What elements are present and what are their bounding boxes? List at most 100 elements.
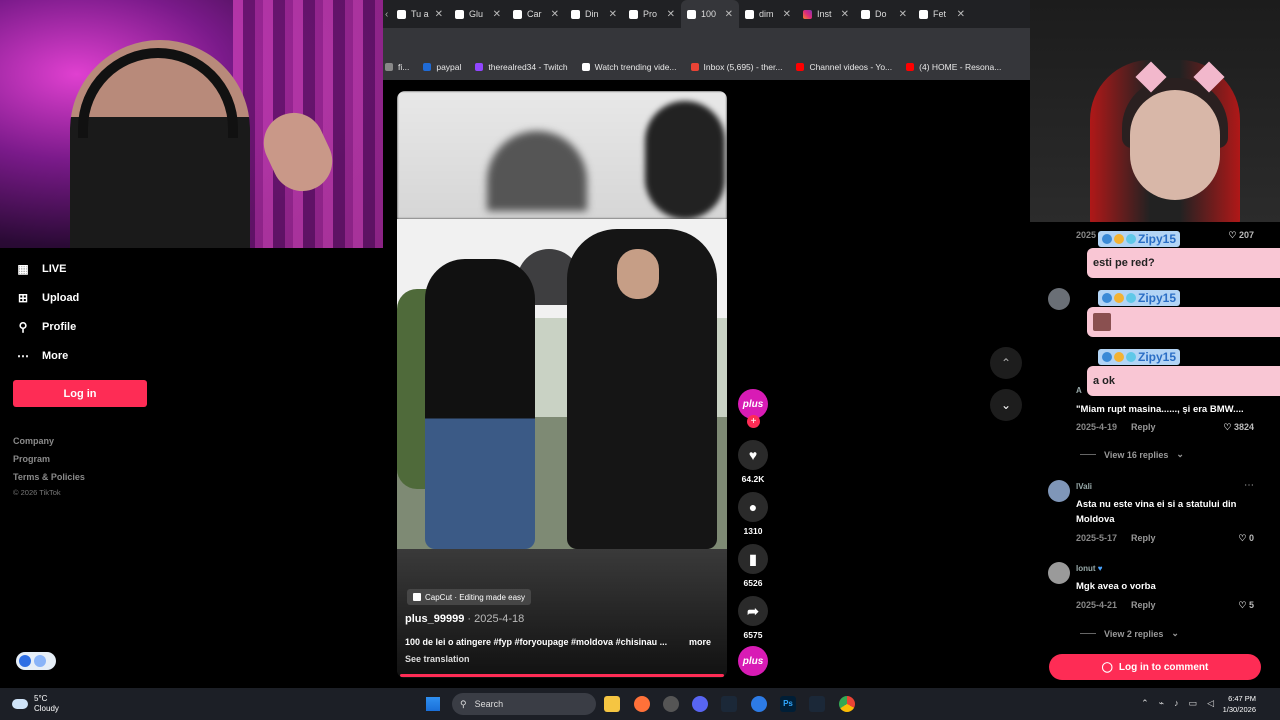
streamer-face bbox=[1130, 90, 1220, 200]
browser-tab[interactable]: Do ✕ bbox=[855, 0, 913, 28]
chrome-icon[interactable] bbox=[839, 696, 855, 712]
tiktok-icon bbox=[745, 9, 754, 19]
view-replies-button[interactable]: View 16 replies ⌄ bbox=[1080, 449, 1184, 460]
browser-tab[interactable]: Glu ✕ bbox=[449, 0, 507, 28]
caption-more-button[interactable]: more bbox=[689, 637, 711, 647]
reply-button[interactable]: Reply bbox=[1131, 600, 1156, 610]
firefox-icon[interactable] bbox=[634, 696, 650, 712]
taskbar-search[interactable]: ⚲ Search bbox=[452, 693, 596, 715]
comment-button[interactable]: ● 1310 bbox=[738, 492, 768, 536]
login-button[interactable]: Log in bbox=[13, 380, 147, 407]
next-video-button[interactable]: ⌄ bbox=[990, 389, 1022, 421]
close-icon[interactable]: ✕ bbox=[435, 9, 443, 20]
microphone-icon[interactable]: ♪ bbox=[1174, 698, 1179, 709]
see-translation-link[interactable]: See translation bbox=[405, 654, 470, 664]
bookmark[interactable]: fi... bbox=[385, 62, 409, 72]
browser-tab[interactable]: dim ✕ bbox=[739, 0, 797, 28]
commenter-name[interactable]: A bbox=[1076, 386, 1082, 395]
bookmark-paypal[interactable]: paypal bbox=[423, 62, 461, 72]
app-toggle-pill[interactable] bbox=[16, 652, 56, 670]
close-icon[interactable]: ✕ bbox=[841, 9, 849, 20]
weather-widget[interactable]: 5°C Cloudy bbox=[12, 694, 59, 714]
capcut-badge[interactable]: CapCut · Editing made easy bbox=[407, 589, 532, 605]
badge-icon bbox=[1102, 293, 1112, 303]
bookmark-youtube-home[interactable]: (4) HOME - Resona... bbox=[906, 62, 1001, 72]
windows-start-icon[interactable] bbox=[426, 697, 440, 711]
windows-taskbar: 5°C Cloudy ⚲ Search Ps ⌃ ⌁ ♪ ▭ ◁ 6:47 PM 1/… bbox=[0, 688, 1280, 720]
login-to-comment-button[interactable]: ◯ Log in to comment bbox=[1049, 654, 1261, 680]
music-disc[interactable]: plus bbox=[738, 646, 768, 676]
share-button[interactable]: ➦ 6575 bbox=[738, 596, 768, 640]
clock[interactable]: 6:47 PM 1/30/2026 bbox=[1223, 693, 1256, 715]
like-button[interactable]: ♥ 64.2K bbox=[738, 440, 768, 484]
browser-tab[interactable]: Din ✕ bbox=[565, 0, 623, 28]
more-options-icon[interactable]: ⋯ bbox=[1244, 480, 1254, 491]
steam-icon[interactable] bbox=[721, 696, 737, 712]
avatar[interactable] bbox=[1048, 288, 1070, 310]
chevron-up-icon[interactable]: ⌃ bbox=[1141, 698, 1149, 709]
bookmark-youtube[interactable]: Channel videos - Yo... bbox=[796, 62, 892, 72]
network-icon[interactable]: ⌁ bbox=[1159, 698, 1164, 709]
comment-like[interactable]: ♡ 3824 bbox=[1223, 422, 1254, 433]
view-replies-button[interactable]: View 2 replies ⌄ bbox=[1080, 628, 1179, 639]
browser-tab[interactable]: Fet ✕ bbox=[913, 0, 971, 28]
close-icon[interactable]: ✕ bbox=[609, 9, 617, 20]
commenter-name[interactable]: Ionut ♥ bbox=[1076, 564, 1103, 573]
sidebar-item-upload[interactable]: ⊞ Upload bbox=[16, 291, 79, 305]
sidebar-item-more[interactable]: ⋯ More bbox=[16, 349, 68, 363]
avatar[interactable] bbox=[1048, 562, 1070, 584]
browser-tab-active[interactable]: 100 ✕ bbox=[681, 0, 739, 28]
comment-like[interactable]: ♡ 5 bbox=[1238, 600, 1254, 611]
obs-icon[interactable] bbox=[663, 696, 679, 712]
sidebar-item-profile[interactable]: ⚲ Profile bbox=[16, 320, 77, 334]
close-icon[interactable]: ✕ bbox=[493, 9, 501, 20]
browser-address-bar[interactable] bbox=[383, 28, 1030, 54]
tiktok-icon bbox=[919, 9, 928, 19]
close-icon[interactable]: ✕ bbox=[899, 9, 907, 20]
post-date: · 2025-4-18 bbox=[464, 613, 525, 625]
steam-icon[interactable] bbox=[809, 696, 825, 712]
follow-button[interactable]: + bbox=[747, 415, 760, 428]
browser-tab[interactable]: Tu a ✕ bbox=[391, 0, 449, 28]
battlenet-icon[interactable] bbox=[751, 696, 767, 712]
browser-tab-strip: ‹ Tu a ✕ Glu ✕ Car ✕ Din ✕ Pro ✕ 100 ✕ dim ✕ In… bbox=[383, 0, 1030, 28]
comment-like[interactable]: ♡ 0 bbox=[1238, 533, 1254, 544]
browser-tab[interactable]: Inst ✕ bbox=[797, 0, 855, 28]
close-icon[interactable]: ✕ bbox=[551, 9, 559, 20]
video-author[interactable]: plus_99999 · 2025-4-18 bbox=[405, 613, 524, 625]
gmail-icon bbox=[690, 63, 699, 71]
close-icon[interactable]: ✕ bbox=[957, 9, 965, 20]
footer-link-company[interactable]: Company bbox=[13, 436, 54, 446]
reply-button[interactable]: Reply bbox=[1131, 533, 1156, 543]
commenter-name[interactable]: lVali bbox=[1076, 482, 1092, 491]
discord-icon[interactable] bbox=[692, 696, 708, 712]
bookmark-twitch[interactable]: therealred34 - Twitch bbox=[475, 62, 568, 72]
avatar[interactable] bbox=[1048, 480, 1070, 502]
save-button[interactable]: ▮ 6526 bbox=[738, 544, 768, 588]
previous-video-button[interactable]: ⌃ bbox=[990, 347, 1022, 379]
footer-link-terms[interactable]: Terms & Policies bbox=[13, 472, 85, 482]
comment-text: Mgk avea o vorba bbox=[1076, 581, 1156, 592]
streamer-webcam-right bbox=[1030, 0, 1280, 222]
footer-link-program[interactable]: Program bbox=[13, 454, 50, 464]
volume-icon[interactable]: ◁ bbox=[1207, 698, 1214, 709]
browser-tab[interactable]: Pro ✕ bbox=[623, 0, 681, 28]
close-icon[interactable]: ✕ bbox=[725, 9, 733, 20]
comment-like[interactable]: ♡ 207 bbox=[1228, 230, 1254, 241]
bookmark-gmail[interactable]: Inbox (5,695) - ther... bbox=[690, 62, 782, 72]
display-icon[interactable]: ▭ bbox=[1189, 698, 1198, 709]
video-progress-bar[interactable] bbox=[400, 674, 724, 677]
cloud-icon bbox=[12, 699, 28, 709]
bookmarks-bar: fi... paypal therealred34 - Twitch Watch… bbox=[383, 54, 1030, 80]
bookmark-tiktok[interactable]: Watch trending vide... bbox=[581, 62, 677, 72]
sidebar-item-live[interactable]: ▦ LIVE bbox=[16, 262, 66, 276]
video-player[interactable]: CapCut · Editing made easy plus_99999 · … bbox=[397, 91, 727, 678]
close-icon[interactable]: ✕ bbox=[783, 9, 791, 20]
photoshop-icon[interactable]: Ps bbox=[780, 696, 796, 712]
tab-scroll-left-icon[interactable]: ‹ bbox=[383, 9, 391, 20]
upload-icon: ⊞ bbox=[17, 291, 29, 305]
close-icon[interactable]: ✕ bbox=[667, 9, 675, 20]
file-explorer-icon[interactable] bbox=[604, 696, 620, 712]
reply-button[interactable]: Reply bbox=[1131, 422, 1156, 432]
browser-tab[interactable]: Car ✕ bbox=[507, 0, 565, 28]
